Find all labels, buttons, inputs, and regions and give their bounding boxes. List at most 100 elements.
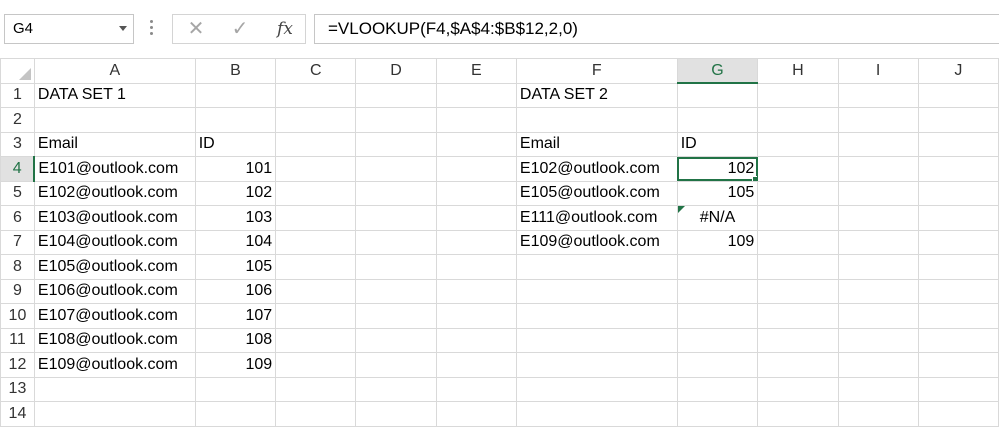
cell-f14[interactable]: [515, 401, 678, 427]
cell-j13[interactable]: [917, 376, 999, 402]
row-header-1[interactable]: 1: [0, 82, 35, 108]
cell-c2[interactable]: [275, 107, 357, 133]
cell-h14[interactable]: [757, 401, 839, 427]
cell-b6[interactable]: 103: [194, 205, 277, 231]
cell-c11[interactable]: [275, 327, 357, 353]
cell-h8[interactable]: [757, 254, 839, 280]
cell-b13[interactable]: [194, 376, 277, 402]
cell-c13[interactable]: [275, 376, 357, 402]
cell-g12[interactable]: [676, 352, 759, 378]
row-header-10[interactable]: 10: [0, 303, 35, 329]
cell-g8[interactable]: [676, 254, 759, 280]
row-header-8[interactable]: 8: [0, 254, 35, 280]
select-all-button[interactable]: [0, 58, 35, 84]
cell-j9[interactable]: [917, 278, 999, 304]
cell-i10[interactable]: [837, 303, 919, 329]
cell-b12[interactable]: 109: [194, 352, 277, 378]
cell-j5[interactable]: [917, 180, 999, 206]
cell-h1[interactable]: [757, 82, 839, 108]
cell-i2[interactable]: [837, 107, 919, 133]
chevron-down-icon[interactable]: [119, 26, 127, 31]
cell-d9[interactable]: [355, 278, 437, 304]
column-header-h[interactable]: H: [757, 58, 839, 84]
cell-i11[interactable]: [837, 327, 919, 353]
row-header-11[interactable]: 11: [0, 327, 35, 353]
row-header-2[interactable]: 2: [0, 107, 35, 133]
active-cell-g4[interactable]: 102: [676, 156, 759, 182]
cell-j7[interactable]: [917, 229, 999, 255]
cell-i5[interactable]: [837, 180, 919, 206]
cell-a11[interactable]: E108@outlook.com: [33, 327, 196, 353]
cell-c1[interactable]: [275, 82, 357, 108]
cell-d8[interactable]: [355, 254, 437, 280]
cell-f2[interactable]: [515, 107, 678, 133]
cell-a7[interactable]: E104@outlook.com: [33, 229, 196, 255]
cell-a10[interactable]: E107@outlook.com: [33, 303, 196, 329]
column-header-c[interactable]: C: [275, 58, 357, 84]
cell-g3[interactable]: ID: [676, 131, 759, 157]
cell-f10[interactable]: [515, 303, 678, 329]
cell-a9[interactable]: E106@outlook.com: [33, 278, 196, 304]
cell-f11[interactable]: [515, 327, 678, 353]
cell-a13[interactable]: [33, 376, 196, 402]
cell-b8[interactable]: 105: [194, 254, 277, 280]
cell-j14[interactable]: [917, 401, 999, 427]
cell-j6[interactable]: [917, 205, 999, 231]
cell-f5[interactable]: E105@outlook.com: [515, 180, 678, 206]
cell-h6[interactable]: [757, 205, 839, 231]
cell-c5[interactable]: [275, 180, 357, 206]
cell-a1[interactable]: DATA SET 1: [33, 82, 196, 108]
cell-d12[interactable]: [355, 352, 437, 378]
cell-g2[interactable]: [676, 107, 759, 133]
cell-i4[interactable]: [837, 156, 919, 182]
cell-d14[interactable]: [355, 401, 437, 427]
cell-e14[interactable]: [435, 401, 517, 427]
column-header-a[interactable]: A: [33, 58, 196, 84]
cell-b7[interactable]: 104: [194, 229, 277, 255]
cell-i9[interactable]: [837, 278, 919, 304]
cell-i8[interactable]: [837, 254, 919, 280]
cell-f8[interactable]: [515, 254, 678, 280]
cell-b14[interactable]: [194, 401, 277, 427]
cancel-icon[interactable]: ✕: [176, 15, 216, 43]
formula-input[interactable]: =VLOOKUP(F4,$A$4:$B$12,2,0): [314, 14, 999, 44]
cell-i7[interactable]: [837, 229, 919, 255]
cell-b5[interactable]: 102: [194, 180, 277, 206]
cell-j8[interactable]: [917, 254, 999, 280]
cell-i12[interactable]: [837, 352, 919, 378]
cell-h12[interactable]: [757, 352, 839, 378]
cell-b3[interactable]: ID: [194, 131, 277, 157]
cell-c4[interactable]: [275, 156, 357, 182]
cell-g11[interactable]: [676, 327, 759, 353]
cell-e3[interactable]: [435, 131, 517, 157]
cell-h3[interactable]: [757, 131, 839, 157]
cell-e6[interactable]: [435, 205, 517, 231]
cell-a8[interactable]: E105@outlook.com: [33, 254, 196, 280]
row-header-4[interactable]: 4: [0, 156, 36, 182]
cell-e12[interactable]: [435, 352, 517, 378]
cell-c14[interactable]: [275, 401, 357, 427]
cell-g5[interactable]: 105: [676, 180, 759, 206]
cell-j1[interactable]: [917, 82, 999, 108]
cell-g10[interactable]: [676, 303, 759, 329]
cell-c7[interactable]: [275, 229, 357, 255]
cell-f12[interactable]: [515, 352, 678, 378]
cell-b2[interactable]: [194, 107, 277, 133]
cell-f4[interactable]: E102@outlook.com: [515, 156, 678, 182]
column-header-b[interactable]: B: [194, 58, 277, 84]
row-header-7[interactable]: 7: [0, 229, 35, 255]
cell-d1[interactable]: [355, 82, 437, 108]
cell-i1[interactable]: [837, 82, 919, 108]
cell-j2[interactable]: [917, 107, 999, 133]
cell-j3[interactable]: [917, 131, 999, 157]
cell-h7[interactable]: [757, 229, 839, 255]
column-header-e[interactable]: E: [435, 58, 517, 84]
cell-a5[interactable]: E102@outlook.com: [33, 180, 196, 206]
cell-j12[interactable]: [917, 352, 999, 378]
cell-e9[interactable]: [435, 278, 517, 304]
column-header-d[interactable]: D: [355, 58, 437, 84]
cell-g14[interactable]: [676, 401, 759, 427]
cell-g9[interactable]: [676, 278, 759, 304]
row-header-5[interactable]: 5: [0, 180, 35, 206]
cell-c6[interactable]: [275, 205, 357, 231]
